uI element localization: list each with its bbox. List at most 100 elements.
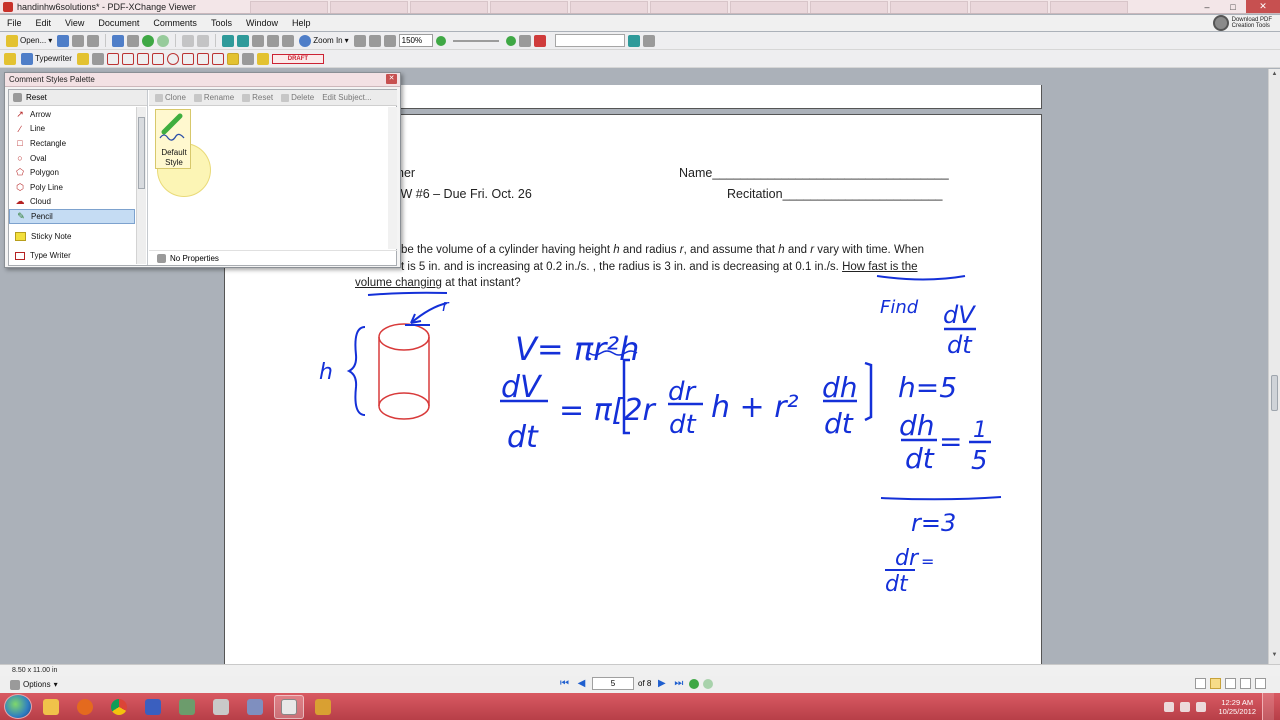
palette-tool-line[interactable]: ∕ Line <box>9 122 135 137</box>
continuous-page-icon[interactable] <box>1210 678 1221 689</box>
palette-tool-rectangle[interactable]: □ Rectangle <box>9 136 135 151</box>
first-page-icon[interactable]: ⏮ <box>558 677 571 690</box>
eye-icon[interactable] <box>518 34 531 47</box>
rename-button[interactable]: Rename <box>193 93 234 102</box>
volume-icon[interactable] <box>1180 701 1191 712</box>
redo-icon[interactable] <box>197 34 210 47</box>
undo-icon[interactable] <box>182 34 195 47</box>
clone-button[interactable]: Clone <box>155 93 186 102</box>
polygon-tool-icon[interactable] <box>181 52 194 65</box>
zoom-slider[interactable] <box>452 39 499 42</box>
zoom-level-field[interactable]: 150% <box>398 34 433 47</box>
hand-tool-icon[interactable] <box>252 34 265 47</box>
highlight-fields-icon[interactable] <box>533 34 546 47</box>
delete-button[interactable]: Delete <box>281 93 314 102</box>
split-view-icon[interactable] <box>1255 678 1266 689</box>
eraser-icon[interactable] <box>241 52 254 65</box>
typewriter-button[interactable]: Typewriter <box>19 52 74 66</box>
palette-titlebar[interactable]: Comment Styles Palette ✕ <box>5 73 400 87</box>
palette-scroll-thumb[interactable] <box>138 117 145 189</box>
print-icon[interactable] <box>72 34 85 47</box>
palette-tool-pencil[interactable]: ✎ Pencil <box>9 209 135 224</box>
fit-width-icon[interactable] <box>368 34 381 47</box>
taskbar-calculator[interactable] <box>206 695 236 719</box>
zoom-in-button[interactable]: Zoom In ▾ <box>297 34 350 48</box>
palette-close-icon[interactable]: ✕ <box>386 74 397 84</box>
facing-pages-icon[interactable] <box>1225 678 1236 689</box>
zoom-out-icon[interactable] <box>435 35 446 46</box>
search-input[interactable] <box>554 34 625 47</box>
highlight-icon[interactable] <box>106 52 119 65</box>
palette-reset-button[interactable]: Reset <box>9 90 147 106</box>
palette-tool-arrow[interactable]: ↗ Arrow <box>9 107 135 122</box>
actual-size-icon[interactable] <box>383 34 396 47</box>
rotate-right-icon[interactable] <box>237 34 250 47</box>
edit-subject-button[interactable]: Edit Subject... <box>322 93 371 102</box>
save-icon[interactable] <box>57 34 70 47</box>
menu-window[interactable]: Window <box>239 18 285 28</box>
scan-icon[interactable] <box>87 34 100 47</box>
stamp-draft-button[interactable]: DRAFT <box>271 53 324 64</box>
single-page-icon[interactable] <box>1195 678 1206 689</box>
menu-file[interactable]: File <box>0 18 29 28</box>
oval-tool-icon[interactable] <box>166 52 179 65</box>
menu-view[interactable]: View <box>58 18 91 28</box>
email-icon[interactable] <box>112 34 125 47</box>
back-icon[interactable] <box>142 34 155 47</box>
menu-help[interactable]: Help <box>285 18 318 28</box>
close-icon[interactable]: ✕ <box>1246 0 1280 13</box>
default-style-tile[interactable]: Default Style <box>155 109 191 169</box>
stamp-icon[interactable] <box>256 52 269 65</box>
text-box-icon[interactable] <box>76 52 89 65</box>
history-back-icon[interactable] <box>689 678 700 689</box>
properties-icon[interactable] <box>127 34 140 47</box>
palette-list-scrollbar[interactable] <box>136 107 146 264</box>
polyline-tool-icon[interactable] <box>196 52 209 65</box>
toolbar-options-icon[interactable] <box>642 34 655 47</box>
snapshot-icon[interactable] <box>282 34 295 47</box>
next-page-icon[interactable]: ▶ <box>655 677 668 690</box>
network-icon[interactable] <box>1164 701 1175 712</box>
line-tool-icon[interactable] <box>136 52 149 65</box>
find-next-icon[interactable] <box>627 34 640 47</box>
minimize-icon[interactable]: – <box>1194 0 1220 13</box>
taskbar-game[interactable] <box>172 695 202 719</box>
last-page-icon[interactable]: ⏭ <box>672 677 685 690</box>
taskbar-pdf-viewer[interactable] <box>274 694 304 719</box>
taskbar-explorer[interactable] <box>36 695 66 719</box>
rectangle-tool-icon[interactable] <box>151 52 164 65</box>
continuous-facing-icon[interactable] <box>1240 678 1251 689</box>
action-center-icon[interactable] <box>1196 701 1207 712</box>
scroll-down-icon[interactable]: ▼ <box>1269 652 1280 662</box>
palette-tool-cloud[interactable]: ☁ Cloud <box>9 195 135 210</box>
document-scrollbar[interactable]: ▲ ▼ <box>1268 69 1280 664</box>
options-button[interactable]: Options ▾ <box>10 679 58 690</box>
history-forward-icon[interactable] <box>703 678 714 689</box>
select-text-icon[interactable] <box>267 34 280 47</box>
taskbar-folder[interactable] <box>308 695 338 719</box>
forward-icon[interactable] <box>157 34 170 47</box>
taskbar-chrome[interactable] <box>104 695 134 719</box>
current-page-input[interactable]: 5 <box>592 677 634 690</box>
menu-tools[interactable]: Tools <box>204 18 239 28</box>
style-reset-button[interactable]: Reset <box>242 93 273 102</box>
palette-tool-polyline[interactable]: ⬡ Poly Line <box>9 180 135 195</box>
zoom-plus-icon[interactable] <box>505 35 516 46</box>
scroll-thumb[interactable] <box>1271 375 1278 411</box>
callout-icon[interactable] <box>91 52 104 65</box>
clock[interactable]: 12:29 AM 10/25/2012 <box>1218 698 1256 716</box>
menu-comments[interactable]: Comments <box>146 18 204 28</box>
cloud-tool-icon[interactable] <box>211 52 224 65</box>
taskbar-firefox[interactable] <box>70 695 100 719</box>
taskbar-xchange[interactable] <box>138 695 168 719</box>
fit-page-icon[interactable] <box>353 34 366 47</box>
start-button-icon[interactable] <box>4 694 32 719</box>
open-button[interactable]: Open... ▾ <box>4 34 54 48</box>
taskbar-paint[interactable] <box>240 695 270 719</box>
rotate-left-icon[interactable] <box>222 34 235 47</box>
style-area-scrollbar[interactable] <box>388 107 397 249</box>
arrow-tool-icon[interactable] <box>121 52 134 65</box>
show-desktop-button[interactable] <box>1262 693 1274 720</box>
maximize-icon[interactable]: □ <box>1220 0 1246 13</box>
menu-document[interactable]: Document <box>91 18 146 28</box>
